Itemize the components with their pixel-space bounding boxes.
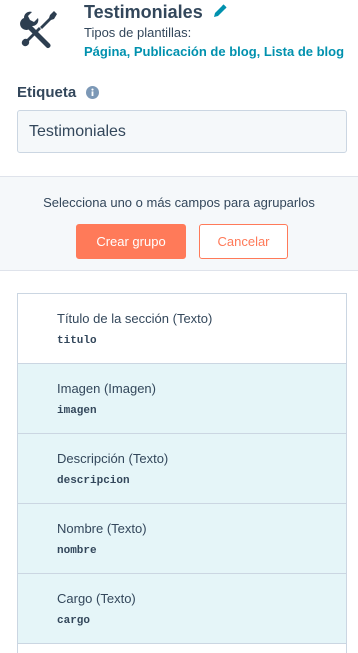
field-label: Imagen (Imagen) <box>57 381 156 396</box>
cancel-button[interactable]: Cancelar <box>199 224 288 259</box>
label-field-header: Etiqueta <box>17 83 100 101</box>
field-label: Cargo (Texto) <box>57 591 136 606</box>
field-row[interactable]: Descripción (Texto) descripcion <box>18 434 346 504</box>
field-name: nombre <box>57 545 97 557</box>
template-types-list: Página, Publicación de blog, Lista de bl… <box>84 44 345 59</box>
group-fields-panel: Selecciona uno o más campos para agrupar… <box>0 176 358 271</box>
module-title: Testimoniales <box>84 2 203 22</box>
group-help-text: Selecciona uno o más campos para agrupar… <box>43 195 315 210</box>
create-group-button[interactable]: Crear grupo <box>76 224 186 259</box>
template-types-label: Tipos de plantillas: <box>84 25 192 40</box>
field-label: Descripción (Texto) <box>57 451 169 466</box>
label-input[interactable] <box>17 110 347 153</box>
field-label: Nombre (Texto) <box>57 521 147 536</box>
field-list: Título de la sección (Texto) titulo Imag… <box>17 293 347 653</box>
field-row[interactable]: Nombre (Texto) nombre <box>18 504 346 574</box>
info-icon[interactable] <box>86 85 100 99</box>
module-header: Testimoniales Tipos de plantillas: Págin… <box>0 0 358 72</box>
field-name: descripcion <box>57 475 130 487</box>
field-label: Título de la sección (Texto) <box>57 311 213 326</box>
field-row[interactable]: Cargo (Texto) cargo <box>18 574 346 644</box>
tools-icon <box>20 11 57 48</box>
pencil-icon[interactable] <box>212 3 228 19</box>
field-row[interactable]: Título de la sección (Texto) titulo <box>18 294 346 364</box>
field-row[interactable]: Imagen (Imagen) imagen <box>18 364 346 434</box>
field-name: imagen <box>57 405 97 417</box>
field-name: titulo <box>57 335 97 347</box>
label-field-label: Etiqueta <box>17 83 77 101</box>
field-name: cargo <box>57 615 91 627</box>
